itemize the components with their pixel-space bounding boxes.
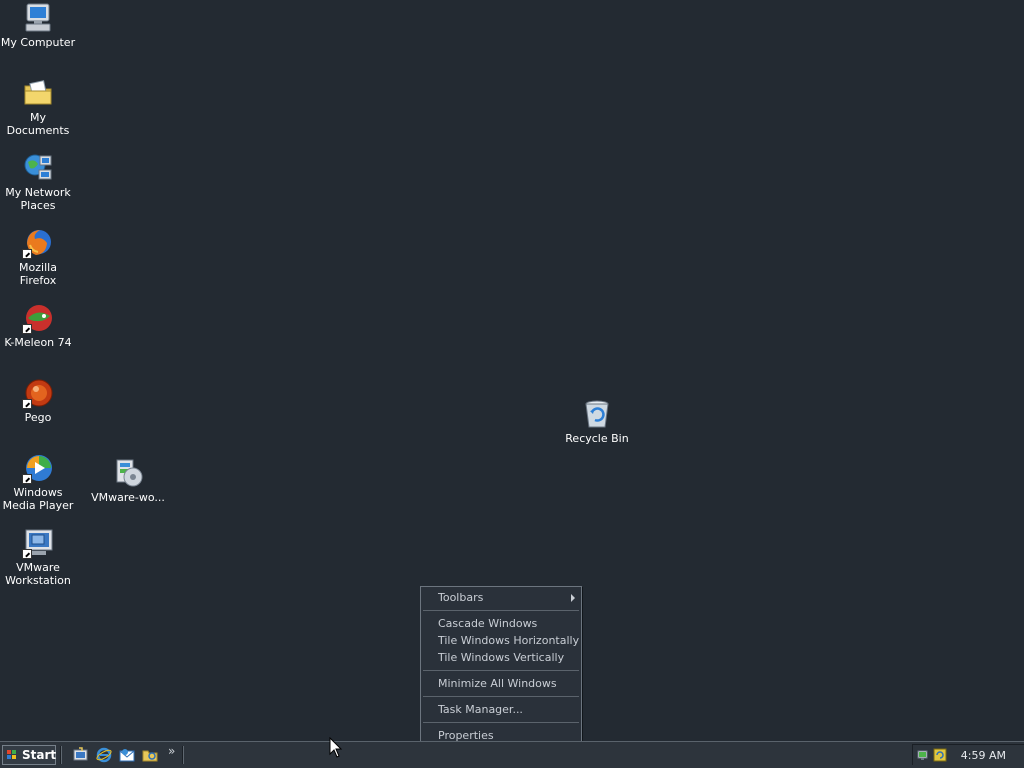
shortcut-arrow-icon bbox=[22, 474, 32, 484]
recycle-bin-icon bbox=[581, 398, 613, 430]
desktop-icon-mozilla-firefox[interactable]: Mozilla Firefox bbox=[0, 227, 76, 287]
quick-launch-chevron[interactable]: » bbox=[168, 744, 175, 758]
internet-explorer-icon[interactable] bbox=[96, 747, 112, 763]
menu-separator bbox=[423, 722, 579, 723]
menu-item-label: Task Manager... bbox=[438, 703, 523, 716]
menu-separator bbox=[423, 696, 579, 697]
desktop-icon-label: My Documents bbox=[6, 111, 70, 137]
desktop-icon-my-documents[interactable]: My Documents bbox=[0, 77, 76, 137]
pego-icon bbox=[22, 377, 54, 409]
menu-item-label: Toolbars bbox=[438, 591, 484, 604]
shortcut-arrow-icon bbox=[22, 324, 32, 334]
taskbar-separator bbox=[60, 746, 62, 764]
taskbar-context-menu[interactable]: Toolbars Cascade Windows Tile Windows Ho… bbox=[420, 586, 582, 744]
desktop-icon-my-computer[interactable]: My Computer bbox=[0, 2, 76, 49]
desktop-icon-label: Recycle Bin bbox=[565, 432, 629, 445]
shortcut-arrow-icon bbox=[22, 399, 32, 409]
taskbar[interactable]: Start » 4:59 AM bbox=[0, 741, 1024, 768]
show-desktop-icon[interactable] bbox=[73, 747, 89, 763]
menu-item-task-manager[interactable]: Task Manager... bbox=[421, 701, 581, 718]
desktop-icon-k-meleon[interactable]: K-Meleon 74 bbox=[0, 302, 76, 349]
menu-item-tile-vertically[interactable]: Tile Windows Vertically bbox=[421, 649, 581, 666]
windows-flag-icon bbox=[7, 750, 17, 760]
desktop-icon-label: My Network Places bbox=[5, 186, 71, 212]
desktop-icon-label: Mozilla Firefox bbox=[19, 261, 57, 287]
desktop-icon-label: Windows Media Player bbox=[2, 486, 74, 512]
desktop-icon-vmware-installer[interactable]: VMware-wo... bbox=[90, 457, 166, 504]
k-meleon-icon bbox=[22, 302, 54, 334]
desktop-icon-my-network-places[interactable]: My Network Places bbox=[0, 152, 76, 212]
outlook-express-icon[interactable] bbox=[119, 747, 135, 763]
folder-icon bbox=[22, 77, 54, 109]
submenu-arrow-icon bbox=[571, 594, 575, 602]
firefox-icon bbox=[22, 227, 54, 259]
shortcut-arrow-icon bbox=[22, 549, 32, 559]
network-tray-icon[interactable] bbox=[917, 748, 931, 762]
system-tray: 4:59 AM bbox=[912, 744, 1024, 765]
menu-item-label: Minimize All Windows bbox=[438, 677, 557, 690]
menu-item-label: Cascade Windows bbox=[438, 617, 538, 630]
desktop-icon-vmware-workstation[interactable]: VMware Workstation bbox=[0, 527, 76, 587]
desktop-icon-recycle-bin[interactable]: Recycle Bin bbox=[559, 398, 635, 445]
menu-separator bbox=[423, 670, 579, 671]
update-tray-icon[interactable] bbox=[933, 748, 947, 762]
menu-item-cascade-windows[interactable]: Cascade Windows bbox=[421, 615, 581, 632]
desktop-icon-label: K-Meleon 74 bbox=[4, 336, 72, 349]
menu-item-tile-horizontally[interactable]: Tile Windows Horizontally bbox=[421, 632, 581, 649]
start-label: Start bbox=[22, 748, 57, 762]
menu-item-label: Tile Windows Horizontally bbox=[438, 634, 580, 647]
desktop-icon-pego[interactable]: Pego bbox=[0, 377, 76, 424]
menu-separator bbox=[423, 610, 579, 611]
shortcut-arrow-icon bbox=[22, 249, 32, 259]
vmware-workstation-icon bbox=[22, 527, 54, 559]
mouse-cursor-icon bbox=[329, 737, 343, 758]
clock[interactable]: 4:59 AM bbox=[961, 749, 1006, 762]
menu-item-toolbars[interactable]: Toolbars bbox=[421, 589, 581, 606]
desktop-icon-label: Pego bbox=[24, 411, 52, 424]
start-button[interactable]: Start bbox=[2, 745, 56, 765]
desktop-icon-windows-media-player[interactable]: Windows Media Player bbox=[0, 452, 76, 512]
desktop-icon-label: VMware-wo... bbox=[91, 491, 165, 504]
desktop-icon-label: VMware Workstation bbox=[5, 561, 71, 587]
media-player-icon bbox=[22, 452, 54, 484]
network-places-icon bbox=[22, 152, 54, 184]
my-computer-icon bbox=[22, 2, 54, 34]
explorer-icon[interactable] bbox=[142, 747, 158, 763]
menu-item-label: Tile Windows Vertically bbox=[438, 651, 565, 664]
taskbar-separator bbox=[182, 746, 184, 764]
installer-icon bbox=[112, 457, 144, 489]
menu-item-minimize-all[interactable]: Minimize All Windows bbox=[421, 675, 581, 692]
desktop-icon-label: My Computer bbox=[0, 36, 76, 49]
